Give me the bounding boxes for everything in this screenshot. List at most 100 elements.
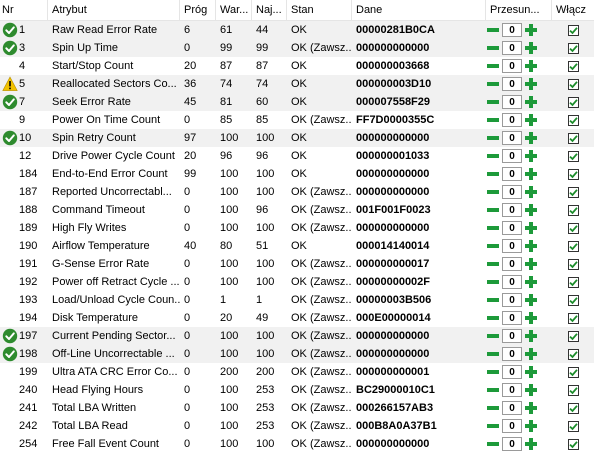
offset-value[interactable]: 0 <box>502 23 522 37</box>
table-row[interactable]: 241 Total LBA Written 0 100 253 OK (Zawsz... 0… <box>0 399 594 417</box>
increment-button[interactable] <box>524 329 538 343</box>
column-header-naj[interactable]: Naj... <box>252 0 287 20</box>
enable-checkbox[interactable] <box>567 294 579 306</box>
column-header-prog[interactable]: Próg <box>180 0 216 20</box>
table-row[interactable]: 191 G-Sense Error Rate 0 100 100 OK (Zawsz...… <box>0 255 594 273</box>
decrement-button[interactable] <box>486 401 500 415</box>
increment-button[interactable] <box>524 239 538 253</box>
decrement-button[interactable] <box>486 311 500 325</box>
offset-value[interactable]: 0 <box>502 365 522 379</box>
enable-checkbox[interactable] <box>567 168 579 180</box>
offset-value[interactable]: 0 <box>502 257 522 271</box>
column-header-war[interactable]: War... <box>216 0 252 20</box>
decrement-button[interactable] <box>486 437 500 451</box>
decrement-button[interactable] <box>486 347 500 361</box>
table-row[interactable]: 242 Total LBA Read 0 100 253 OK (Zawsz... 000B… <box>0 417 594 435</box>
offset-value[interactable]: 0 <box>502 293 522 307</box>
offset-value[interactable]: 0 <box>502 95 522 109</box>
offset-value[interactable]: 0 <box>502 149 522 163</box>
enable-checkbox[interactable] <box>567 366 579 378</box>
column-header-stan[interactable]: Stan <box>287 0 352 20</box>
table-row[interactable]: 197 Current Pending Sector... 0 100 100 OK (Z… <box>0 327 594 345</box>
decrement-button[interactable] <box>486 185 500 199</box>
decrement-button[interactable] <box>486 329 500 343</box>
decrement-button[interactable] <box>486 275 500 289</box>
increment-button[interactable] <box>524 365 538 379</box>
table-row[interactable]: 189 High Fly Writes 0 100 100 OK (Zawsz... 000… <box>0 219 594 237</box>
column-header-atrybut[interactable]: Atrybut <box>48 0 180 20</box>
decrement-button[interactable] <box>486 257 500 271</box>
table-row[interactable]: 12 Drive Power Cycle Count 20 96 96 OK 0000000… <box>0 147 594 165</box>
enable-checkbox[interactable] <box>567 42 579 54</box>
table-row[interactable]: 9 Power On Time Count 0 85 85 OK (Zawsz... FF7… <box>0 111 594 129</box>
decrement-button[interactable] <box>486 41 500 55</box>
enable-checkbox[interactable] <box>567 402 579 414</box>
increment-button[interactable] <box>524 221 538 235</box>
table-row[interactable]: 190 Airflow Temperature 40 80 51 OK 0000141400… <box>0 237 594 255</box>
offset-value[interactable]: 0 <box>502 113 522 127</box>
table-row[interactable]: 187 Reported Uncorrectabl... 0 100 100 OK (Za… <box>0 183 594 201</box>
decrement-button[interactable] <box>486 149 500 163</box>
enable-checkbox[interactable] <box>567 150 579 162</box>
column-header-przesun[interactable]: Przesun... <box>486 0 552 20</box>
table-row[interactable]: 7 Seek Error Rate 45 81 60 OK 000007558F29 0 <box>0 93 594 111</box>
decrement-button[interactable] <box>486 293 500 307</box>
offset-value[interactable]: 0 <box>502 167 522 181</box>
table-row[interactable]: 194 Disk Temperature 0 20 49 OK (Zawsz... 000E… <box>0 309 594 327</box>
enable-checkbox[interactable] <box>567 186 579 198</box>
offset-value[interactable]: 0 <box>502 203 522 217</box>
offset-value[interactable]: 0 <box>502 329 522 343</box>
increment-button[interactable] <box>524 203 538 217</box>
increment-button[interactable] <box>524 437 538 451</box>
offset-value[interactable]: 0 <box>502 185 522 199</box>
offset-value[interactable]: 0 <box>502 131 522 145</box>
enable-checkbox[interactable] <box>567 420 579 432</box>
enable-checkbox[interactable] <box>567 132 579 144</box>
enable-checkbox[interactable] <box>567 240 579 252</box>
table-row[interactable]: 3 Spin Up Time 0 99 99 OK (Zawsz... 0000000000… <box>0 39 594 57</box>
enable-checkbox[interactable] <box>567 222 579 234</box>
increment-button[interactable] <box>524 167 538 181</box>
enable-checkbox[interactable] <box>567 96 579 108</box>
increment-button[interactable] <box>524 23 538 37</box>
enable-checkbox[interactable] <box>567 312 579 324</box>
increment-button[interactable] <box>524 77 538 91</box>
column-header-dane[interactable]: Dane <box>352 0 486 20</box>
enable-checkbox[interactable] <box>567 258 579 270</box>
enable-checkbox[interactable] <box>567 114 579 126</box>
decrement-button[interactable] <box>486 365 500 379</box>
enable-checkbox[interactable] <box>567 204 579 216</box>
decrement-button[interactable] <box>486 203 500 217</box>
increment-button[interactable] <box>524 113 538 127</box>
table-row[interactable]: 184 End-to-End Error Count 99 100 100 OK 00000… <box>0 165 594 183</box>
offset-value[interactable]: 0 <box>502 239 522 253</box>
enable-checkbox[interactable] <box>567 276 579 288</box>
enable-checkbox[interactable] <box>567 438 579 450</box>
offset-value[interactable]: 0 <box>502 347 522 361</box>
column-header-wlacz[interactable]: Włącz <box>552 0 594 20</box>
increment-button[interactable] <box>524 293 538 307</box>
decrement-button[interactable] <box>486 131 500 145</box>
decrement-button[interactable] <box>486 95 500 109</box>
table-row[interactable]: 1 Raw Read Error Rate 6 61 44 OK 00000281B0CA 0 <box>0 21 594 39</box>
table-row[interactable]: 192 Power off Retract Cycle ... 0 100 100 OK … <box>0 273 594 291</box>
increment-button[interactable] <box>524 401 538 415</box>
enable-checkbox[interactable] <box>567 78 579 90</box>
offset-value[interactable]: 0 <box>502 59 522 73</box>
increment-button[interactable] <box>524 59 538 73</box>
enable-checkbox[interactable] <box>567 330 579 342</box>
offset-value[interactable]: 0 <box>502 221 522 235</box>
decrement-button[interactable] <box>486 167 500 181</box>
table-row[interactable]: 254 Free Fall Event Count 0 100 100 OK (Zawsz… <box>0 435 594 453</box>
decrement-button[interactable] <box>486 221 500 235</box>
decrement-button[interactable] <box>486 77 500 91</box>
offset-value[interactable]: 0 <box>502 41 522 55</box>
increment-button[interactable] <box>524 95 538 109</box>
offset-value[interactable]: 0 <box>502 77 522 91</box>
table-row[interactable]: 188 Command Timeout 0 100 96 OK (Zawsz... 001F… <box>0 201 594 219</box>
increment-button[interactable] <box>524 275 538 289</box>
table-row[interactable]: 4 Start/Stop Count 20 87 87 OK 000000003668 0 <box>0 57 594 75</box>
increment-button[interactable] <box>524 383 538 397</box>
offset-value[interactable]: 0 <box>502 383 522 397</box>
increment-button[interactable] <box>524 311 538 325</box>
